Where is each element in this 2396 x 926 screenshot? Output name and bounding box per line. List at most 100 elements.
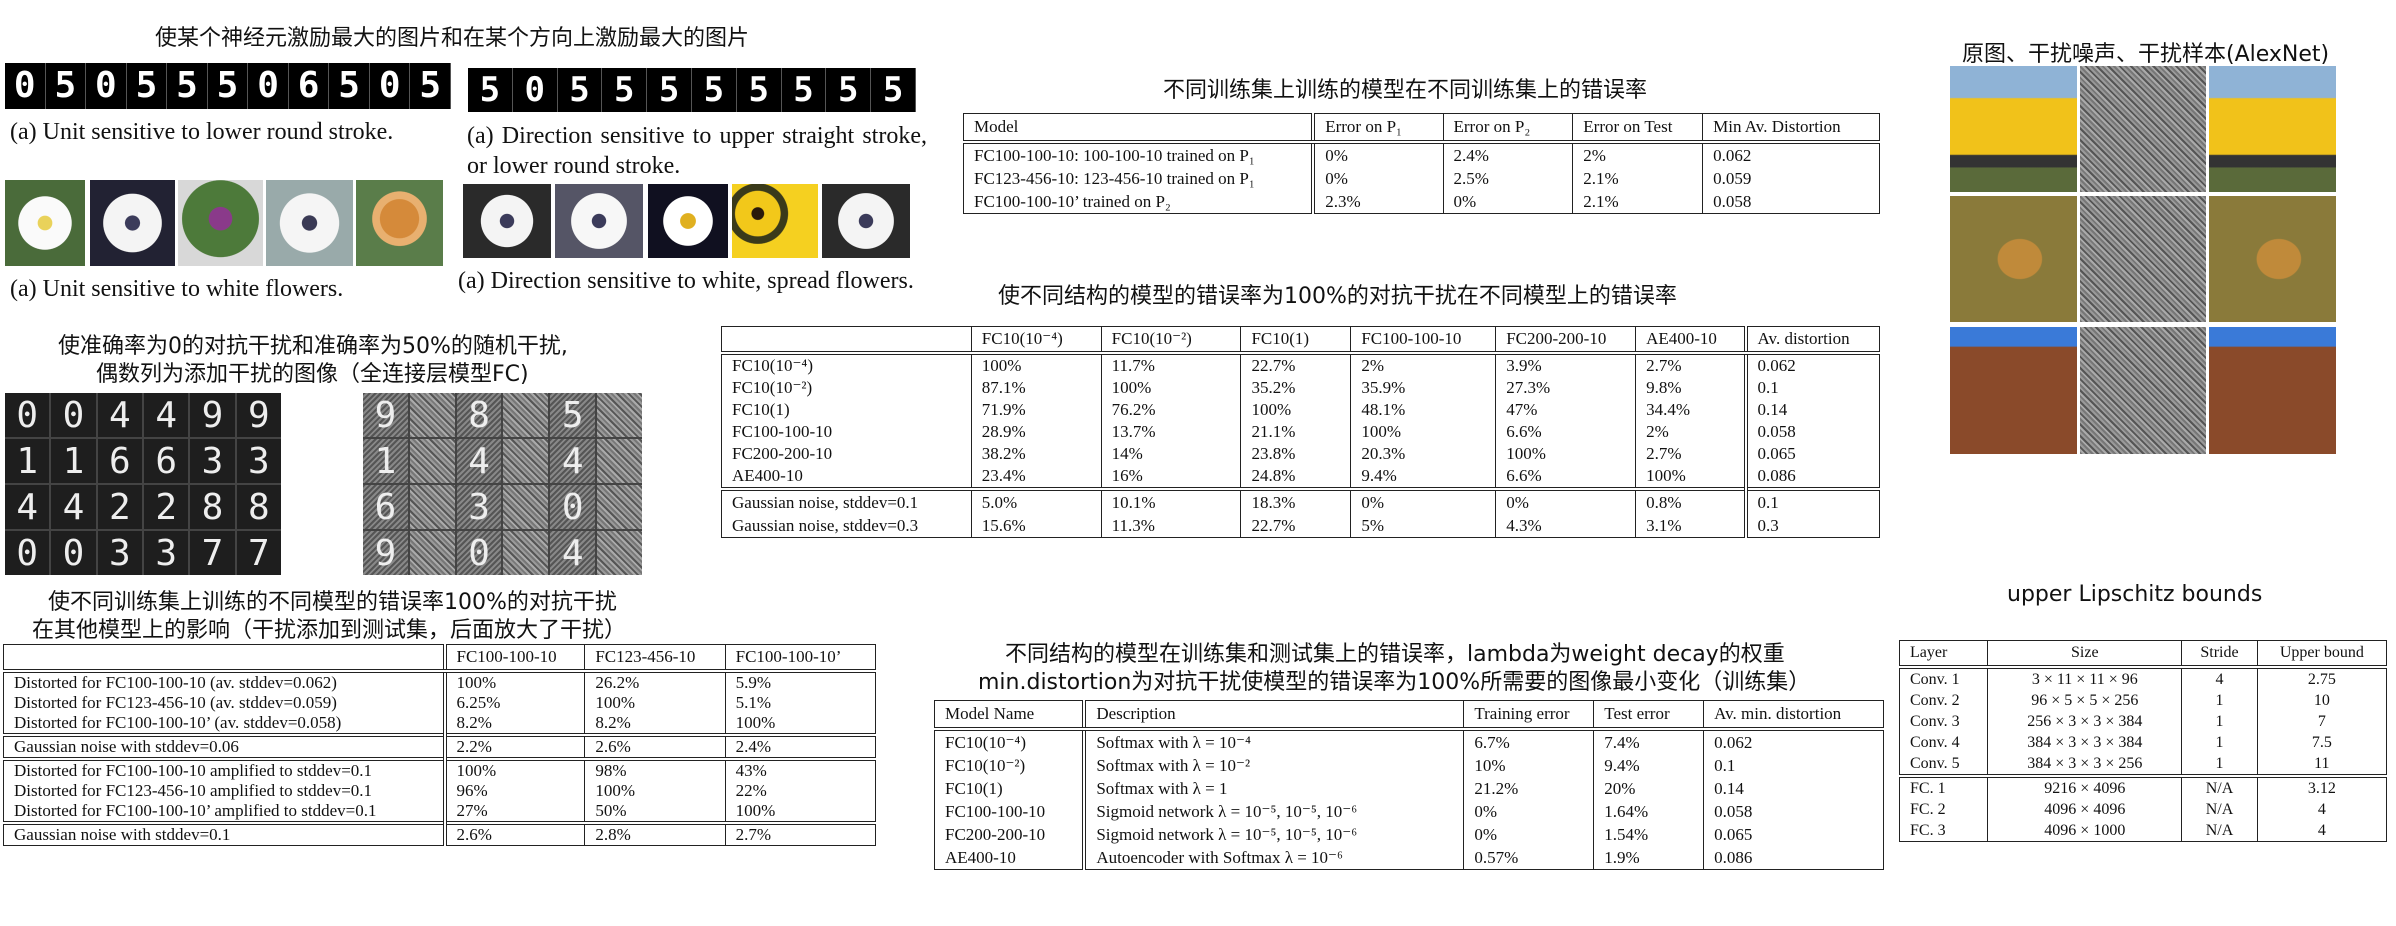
table-cell: 0.1 [1743, 377, 1880, 399]
table-cell: Distorted for FC100-100-10’ amplified to… [14, 801, 377, 820]
table-cell: 0.57% [1463, 846, 1594, 870]
table-row: Distorted for FC123-456-10 (av. stddev=0… [4, 693, 876, 713]
digit-cell [409, 531, 455, 575]
digit-cell [409, 439, 455, 483]
table-cell: 2.6% [442, 821, 585, 846]
table-cell: Autoencoder with Softmax λ = 10⁻⁶ [1082, 846, 1464, 870]
table-cell: 11 [2256, 753, 2387, 776]
digit-cell: 3 [236, 439, 281, 483]
table-cell: FC10(10⁻²) [732, 378, 813, 397]
column-header: FC100-100-10 [1350, 326, 1496, 355]
mnist-digit: 5 [602, 68, 648, 112]
table-cell: 3.12 [2256, 774, 2387, 799]
table-cell: 7.5 [2256, 732, 2387, 753]
thistle-image [178, 180, 263, 266]
table-cell: 9.8% [1635, 377, 1746, 399]
table-cell: 5.9% [724, 671, 876, 693]
table-cell: 0.1 [1743, 487, 1880, 514]
table-cell: 98% [584, 757, 726, 781]
table-cell: Conv. 5 [1910, 754, 1960, 772]
table-row: Distorted for FC100-100-10 (av. stddev=0… [4, 671, 876, 693]
mnist-strip-a: 05055506505 [5, 63, 452, 109]
table-row: Gaussian noise with stddev=0.1 2.6% 2.8% 2.… [3, 821, 876, 846]
column-header: Training error [1463, 700, 1594, 731]
table5-title: upper Lipschitz bounds [2007, 582, 2263, 607]
table-row: Conv. 2 96 × 5 × 5 × 256 1 10 [1900, 690, 2387, 711]
digit-cell: 4 [550, 531, 596, 575]
temple-original-image [1950, 327, 2077, 454]
table-row: Distorted for FC100-100-10 amplified to … [3, 757, 876, 781]
digit-cell: 4 [456, 439, 502, 483]
table-cell: 2.8% [584, 821, 726, 846]
table-row: FC10(10⁻⁴) 100% 11.7% 22.7% 2% 3.9% 2.7% 0.062 [722, 353, 1880, 377]
lipschitz-bounds-table: Layer Size Stride Upper bound Conv. 13 × 11 … [1899, 640, 2387, 842]
table-cell: 7.4% [1593, 729, 1704, 754]
table-cell: Distorted for FC123-456-10 amplified to … [14, 781, 373, 800]
table-cell: 0.14 [1743, 399, 1880, 421]
table-row: Distorted for FC100-100-10’ amplified to… [4, 801, 876, 823]
table-cell: 100% [442, 757, 585, 781]
mnist-digit: 5 [692, 68, 737, 112]
table2-title: 不同训练集上训练的模型在不同训练集上的错误率 [1163, 78, 1648, 103]
school-bus-adversarial-image [2209, 66, 2336, 192]
table-cell: 100% [584, 781, 726, 801]
table-cell: 100% [1635, 465, 1746, 489]
table-cell: 2.75 [2256, 667, 2387, 690]
table-cell: 11.7% [1100, 353, 1241, 377]
column-header: Upper bound [2256, 640, 2387, 669]
table-cell: 6.6% [1495, 421, 1636, 443]
table-cell: 100% [1240, 399, 1351, 421]
table-cell: 9.4% [1593, 754, 1704, 777]
table-cell: 4 [2181, 667, 2258, 690]
table-cell: 20% [1593, 777, 1704, 800]
table-row: Conv. 3 256 × 3 × 3 × 384 1 7 [1900, 711, 2387, 732]
table-cell: 100% [724, 801, 876, 823]
table-cell: 1 [2181, 711, 2258, 732]
random-noise-digit-grid: 985144630904 [363, 393, 642, 575]
table-cell: N/A [2181, 820, 2258, 842]
column-header: Size [1987, 640, 2182, 669]
table-cell: 100% [724, 713, 876, 735]
table-cell: FC123-456-10: 123-456-10 trained on P₁ [974, 168, 1255, 188]
table-cell: 24.8% [1240, 465, 1351, 489]
table-cell: FC10(10⁻²) [945, 755, 1026, 775]
table-cell: 4 [2256, 820, 2387, 842]
caption-unit-white-flowers: (a) Unit sensitive to white flowers. [10, 276, 344, 302]
mnist-digit: 5 [410, 63, 452, 109]
table-cell: 0.062 [1703, 729, 1884, 754]
table-row: Gaussian noise, stddev=0.1 5.0% 10.1% 18.3%… [721, 487, 1880, 514]
table-header-row: FC10(10⁻⁴) FC10(10⁻²) FC10(1) FC100-100-10 F… [721, 326, 1880, 355]
top-left-title: 使某个神经元激励最大的图片和在某个方向上激励最大的图片 [155, 26, 750, 51]
school-bus-original-image [1950, 66, 2077, 192]
table-cell: 2.1% [1572, 167, 1703, 190]
column-header: Layer [1899, 640, 1988, 669]
table-cell: 23.8% [1240, 443, 1351, 465]
table-cell: FC10(1) [945, 778, 1003, 798]
table-cell: 0% [1463, 800, 1594, 823]
table-row: Distorted for FC123-456-10 amplified to … [4, 781, 876, 801]
model-error-table: Model Name Description Training error Test … [934, 700, 1884, 870]
table-cell: 0.086 [1703, 846, 1884, 870]
table-cell: 2.7% [724, 821, 876, 846]
table-row: FC100-100-10 Sigmoid network λ = 10⁻⁵, 10… [935, 800, 1884, 823]
digit-cell: 6 [363, 485, 408, 529]
table-cell: 2% [1350, 353, 1496, 377]
digit-cell: 9 [190, 393, 235, 437]
table-cell: 0.1 [1703, 754, 1884, 777]
table-row: Conv. 1 3 × 11 × 11 × 96 4 2.75 [1900, 667, 2387, 690]
table-cell: 0.058 [1702, 190, 1880, 214]
table-cell: 384 × 3 × 3 × 256 [1987, 753, 2182, 776]
table-cell: 2.7% [1635, 353, 1746, 377]
column-header: Av. min. distortion [1703, 700, 1884, 731]
table-cell: 10 [2256, 690, 2387, 711]
digit-cell: 3 [143, 531, 189, 575]
table-cell: 4.3% [1495, 514, 1636, 538]
table-cell: Distorted for FC100-100-10 amplified to … [3, 757, 445, 781]
table-header-row: Layer Size Stride Upper bound [1899, 640, 2387, 669]
mnist-digit: 5 [46, 63, 87, 109]
table-cell: N/A [2181, 774, 2258, 799]
digit-cell: 9 [363, 393, 408, 437]
digit-cell: 3 [456, 485, 502, 529]
digit-cell: 0 [51, 531, 96, 575]
mnist-digit: 5 [826, 68, 872, 112]
